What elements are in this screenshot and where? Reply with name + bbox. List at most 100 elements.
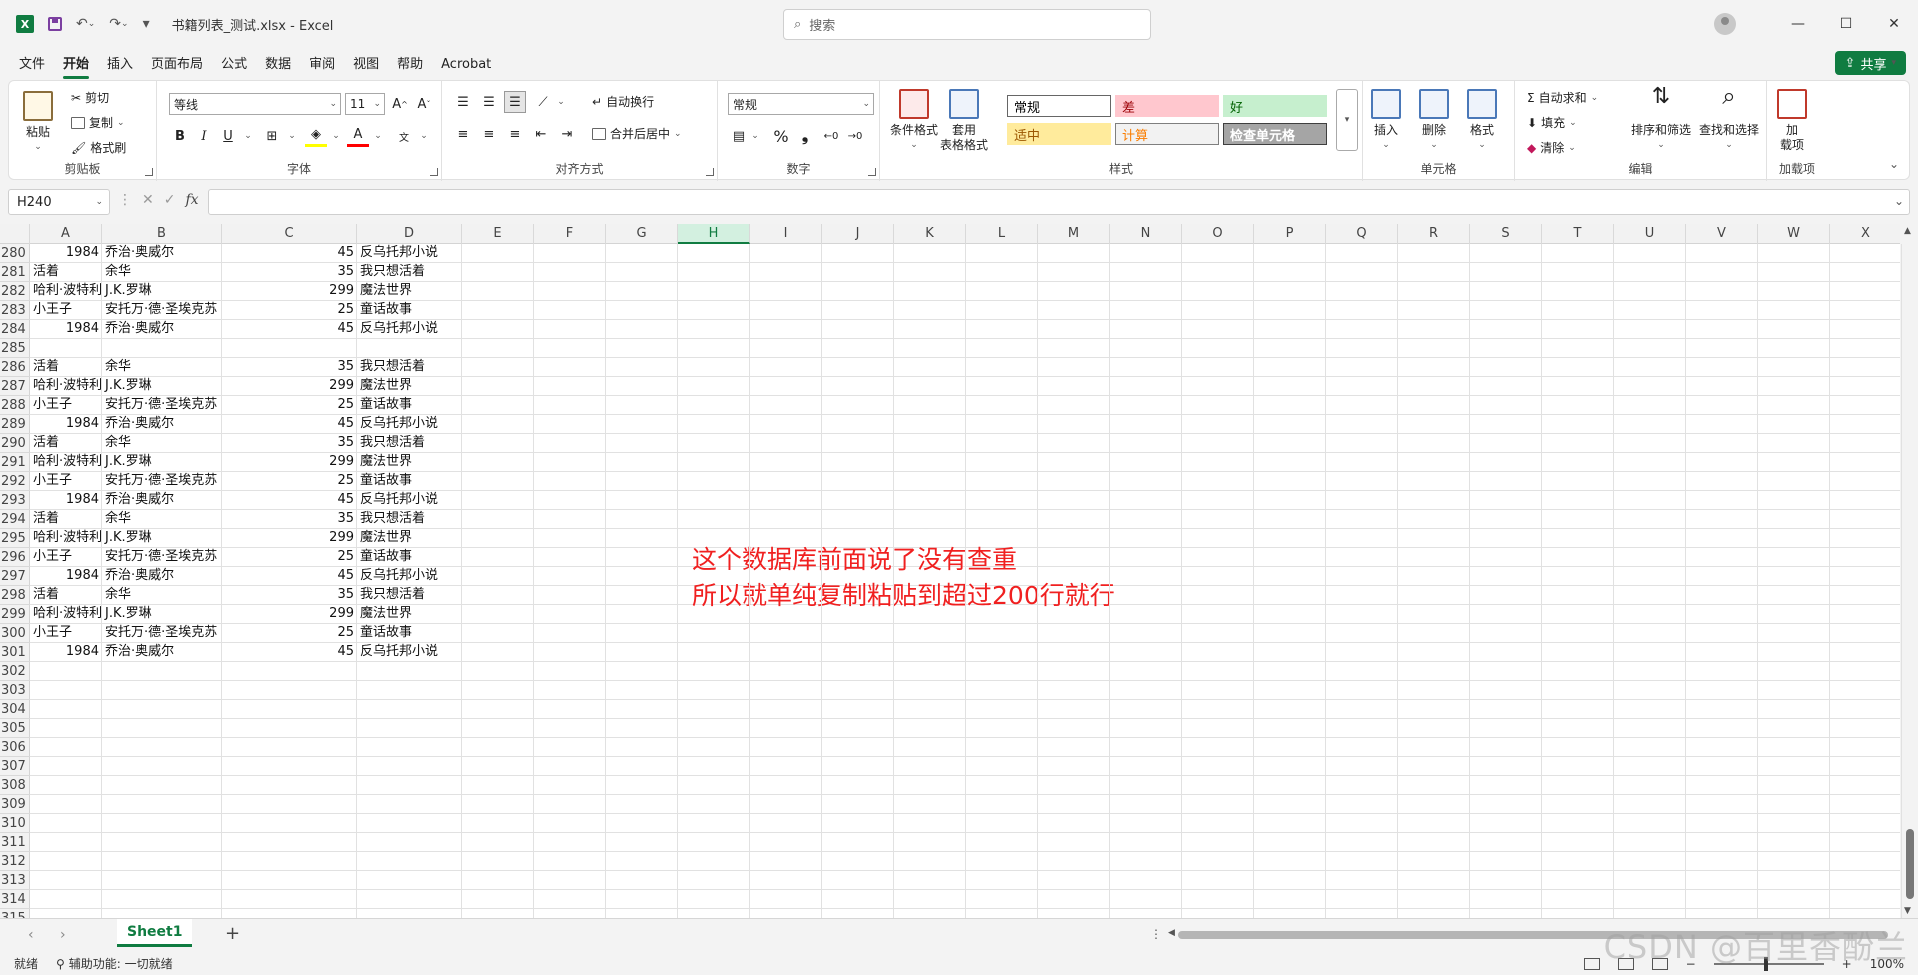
italic-button[interactable]: I (193, 125, 215, 147)
cell-d298[interactable]: 我只想活着 (357, 586, 462, 604)
underline-button[interactable]: U (217, 125, 239, 147)
column-header-k[interactable]: K (894, 224, 966, 244)
cell-c310[interactable] (222, 814, 357, 832)
cell-d294[interactable]: 我只想活着 (357, 510, 462, 528)
cell-a306[interactable] (30, 738, 102, 756)
cell-a284[interactable]: 1984 (30, 320, 102, 338)
search-box[interactable]: ⌕ 搜索 (783, 9, 1151, 40)
cell-d291[interactable]: 魔法世界 (357, 453, 462, 471)
cell-a280[interactable]: 1984 (30, 244, 102, 262)
cell-d300[interactable]: 童话故事 (357, 624, 462, 642)
cell-a314[interactable] (30, 890, 102, 908)
align-center-icon[interactable]: ≡ (478, 123, 500, 145)
border-icon[interactable]: ⊞ (261, 125, 283, 147)
cell-b295[interactable]: J.K.罗琳 (102, 529, 222, 547)
cell-c301[interactable]: 45 (222, 643, 357, 661)
cell-b299[interactable]: J.K.罗琳 (102, 605, 222, 623)
cell-b312[interactable] (102, 852, 222, 870)
cell-a294[interactable]: 活着 (30, 510, 102, 528)
align-top-icon[interactable]: ☰ (452, 91, 474, 113)
cell-b303[interactable] (102, 681, 222, 699)
row-header[interactable]: 314 (0, 890, 30, 909)
cell-c293[interactable]: 45 (222, 491, 357, 509)
cell-b291[interactable]: J.K.罗琳 (102, 453, 222, 471)
cell-b286[interactable]: 余华 (102, 358, 222, 376)
cell-a303[interactable] (30, 681, 102, 699)
row-header[interactable]: 282 (0, 282, 30, 301)
cell-c290[interactable]: 35 (222, 434, 357, 452)
cell-a295[interactable]: 哈利·波特利 (30, 529, 102, 547)
cell-c307[interactable] (222, 757, 357, 775)
cell-a315[interactable] (30, 909, 102, 918)
fill-button[interactable]: ⬇ 填充 ⌄ (1527, 114, 1577, 131)
cell-d306[interactable] (357, 738, 462, 756)
number-format-select[interactable]: 常规 ⌄ (728, 93, 874, 115)
cell-b310[interactable] (102, 814, 222, 832)
cell-b280[interactable]: 乔治·奥威尔 (102, 244, 222, 262)
cancel-icon[interactable]: ✕ (142, 192, 154, 208)
cell-a312[interactable] (30, 852, 102, 870)
row-header[interactable]: 280 (0, 244, 30, 263)
tab-insert[interactable]: 插入 (98, 51, 142, 79)
font-color-icon[interactable]: A (347, 125, 369, 147)
column-header-d[interactable]: D (357, 224, 462, 244)
cell-c309[interactable] (222, 795, 357, 813)
row-header[interactable]: 285 (0, 339, 30, 358)
cell-d305[interactable] (357, 719, 462, 737)
row-header[interactable]: 313 (0, 871, 30, 890)
cell-c304[interactable] (222, 700, 357, 718)
cell-c315[interactable] (222, 909, 357, 918)
cell-d285[interactable] (357, 339, 462, 357)
row-header[interactable]: 305 (0, 719, 30, 738)
dialog-launcher-icon[interactable] (145, 168, 153, 176)
cell-c284[interactable]: 45 (222, 320, 357, 338)
cell-a305[interactable] (30, 719, 102, 737)
row-header[interactable]: 286 (0, 358, 30, 377)
cell-a285[interactable] (30, 339, 102, 357)
dialog-launcher-icon[interactable] (868, 168, 876, 176)
row-header[interactable]: 303 (0, 681, 30, 700)
font-name-select[interactable]: 等线 ⌄ (169, 93, 341, 115)
cell-b307[interactable] (102, 757, 222, 775)
add-sheet-button[interactable]: + (225, 923, 240, 944)
row-header[interactable]: 287 (0, 377, 30, 396)
align-bottom-icon[interactable]: ☰ (504, 91, 526, 113)
tab-acrobat[interactable]: Acrobat (432, 51, 500, 79)
insert-cells-button[interactable]: 插入 ⌄ (1371, 89, 1401, 153)
row-header[interactable]: 307 (0, 757, 30, 776)
cell-b306[interactable] (102, 738, 222, 756)
cell-a302[interactable] (30, 662, 102, 680)
decrease-decimal-icon[interactable]: →0 (844, 125, 866, 147)
row-header[interactable]: 289 (0, 415, 30, 434)
cell-d295[interactable]: 魔法世界 (357, 529, 462, 547)
row-header[interactable]: 309 (0, 795, 30, 814)
row-header[interactable]: 302 (0, 662, 30, 681)
styles-more-icon[interactable]: ▾ (1336, 89, 1358, 151)
copy-button[interactable]: 复制 ⌄ (71, 114, 125, 131)
cell-a310[interactable] (30, 814, 102, 832)
customize-quick-access-icon[interactable]: ▾ (143, 16, 150, 32)
cell-a291[interactable]: 哈利·波特利 (30, 453, 102, 471)
cell-a283[interactable]: 小王子 (30, 301, 102, 319)
cell-b294[interactable]: 余华 (102, 510, 222, 528)
cell-c288[interactable]: 25 (222, 396, 357, 414)
font-size-select[interactable]: 11 ⌄ (345, 93, 385, 115)
percent-button[interactable]: % (770, 125, 792, 147)
cell-b297[interactable]: 乔治·奥威尔 (102, 567, 222, 585)
spreadsheet-grid[interactable]: ABCDEFGHIJKLMNOPQRSTUVWX 280 1984 乔治·奥威尔 45… (0, 224, 1918, 918)
cell-c299[interactable]: 299 (222, 605, 357, 623)
tab-review[interactable]: 审阅 (300, 51, 344, 79)
row-header[interactable]: 294 (0, 510, 30, 529)
align-middle-icon[interactable]: ☰ (478, 91, 500, 113)
cell-a292[interactable]: 小王子 (30, 472, 102, 490)
undo-icon[interactable]: ↶ ⌄ (76, 16, 95, 32)
cell-b290[interactable]: 余华 (102, 434, 222, 452)
select-all-corner[interactable] (0, 224, 30, 244)
save-icon[interactable] (48, 17, 62, 31)
sheet-tab-sheet1[interactable]: Sheet1 (117, 919, 193, 947)
align-right-icon[interactable]: ≡ (504, 123, 526, 145)
decrease-indent-icon[interactable]: ⇤ (530, 123, 552, 145)
chevron-down-icon[interactable]: ⌄ (237, 125, 259, 147)
fill-color-icon[interactable]: ◈ (305, 125, 327, 147)
cell-b288[interactable]: 安托万·德·圣埃克苏 (102, 396, 222, 414)
